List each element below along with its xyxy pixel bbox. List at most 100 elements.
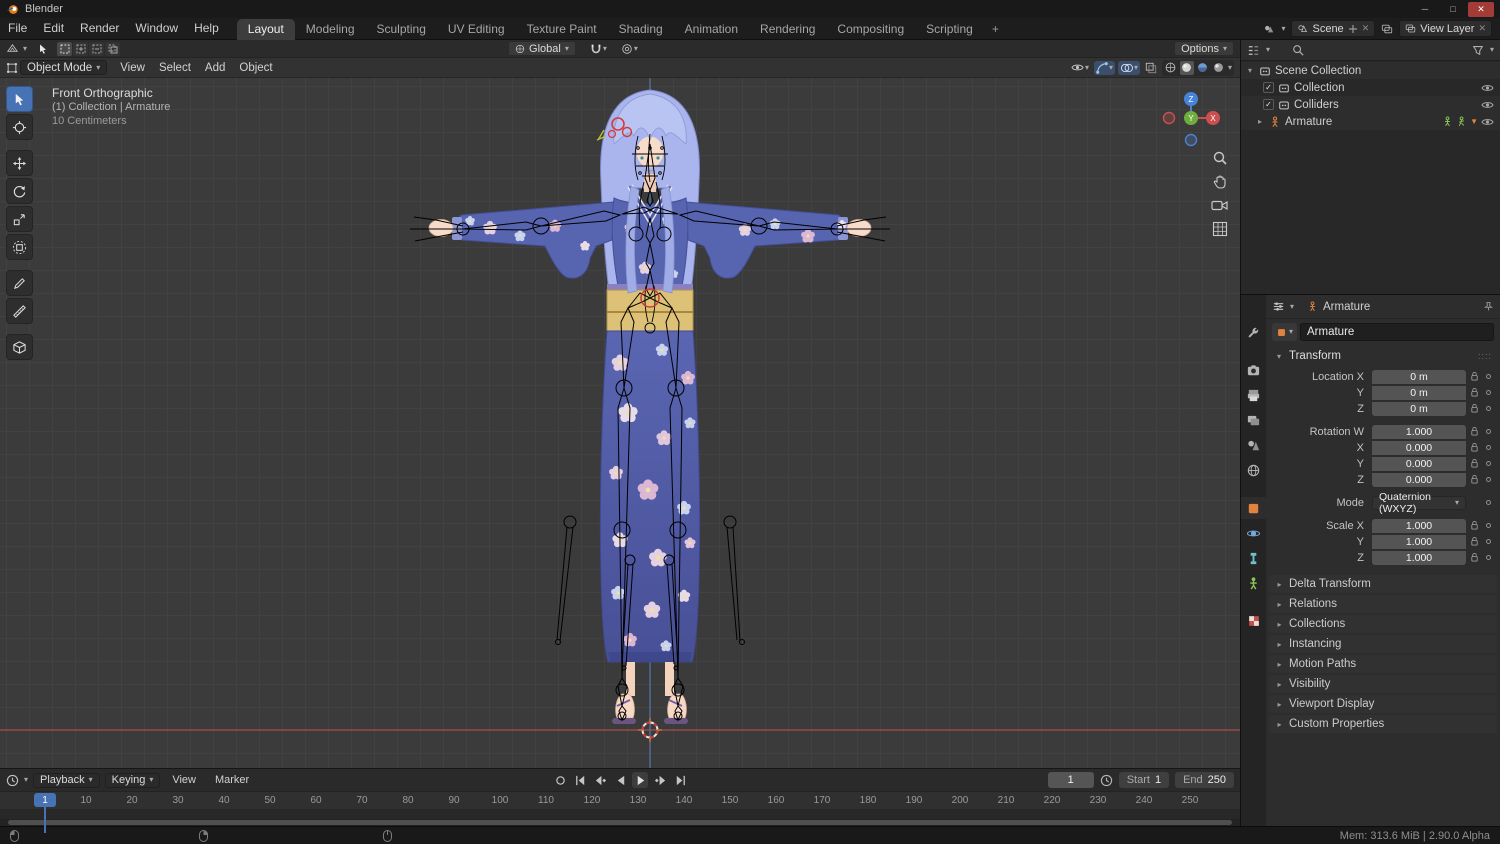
- tool-measure[interactable]: [6, 298, 33, 324]
- collection-checkbox[interactable]: ✓: [1263, 99, 1274, 110]
- frame-end-field[interactable]: End 250: [1175, 772, 1234, 788]
- properties-tab-constraints[interactable]: [1241, 547, 1266, 569]
- animate-dot[interactable]: [1482, 500, 1494, 505]
- timeline-scrollbar[interactable]: [0, 819, 1240, 826]
- properties-tab-scene[interactable]: [1241, 434, 1266, 456]
- current-frame-field[interactable]: 1: [1047, 772, 1094, 788]
- animate-dot[interactable]: [1482, 445, 1494, 450]
- collapsed-panel-header[interactable]: ▸ Motion Paths: [1269, 655, 1497, 673]
- animate-dot[interactable]: [1482, 461, 1494, 466]
- timeline-view-menu[interactable]: View: [165, 774, 203, 786]
- prev-keyframe-button[interactable]: [592, 772, 608, 788]
- show-hide-dropdown[interactable]: ▾: [1069, 61, 1091, 74]
- workspace-tab[interactable]: UV Editing: [437, 19, 516, 40]
- tool-rotate[interactable]: [6, 178, 33, 204]
- select-mode-extend[interactable]: [73, 41, 89, 56]
- workspace-tab[interactable]: Layout: [236, 18, 295, 40]
- disclosure-triangle-icon[interactable]: ▾: [1245, 66, 1255, 75]
- timeline-track-area[interactable]: [0, 809, 1240, 819]
- object-name-field[interactable]: Armature: [1300, 323, 1494, 341]
- properties-editor-type-icon[interactable]: [1272, 300, 1285, 313]
- workspace-tab[interactable]: Scripting: [915, 19, 984, 40]
- field-value[interactable]: 0.000: [1372, 472, 1466, 487]
- properties-tab-data[interactable]: [1241, 572, 1266, 594]
- field-value[interactable]: 0 m: [1372, 385, 1466, 400]
- frame-start-field[interactable]: Start 1: [1118, 772, 1170, 788]
- tool-cursor[interactable]: [6, 114, 33, 140]
- snap-toggle[interactable]: ▾: [588, 42, 609, 56]
- pan-hand-icon[interactable]: [1212, 174, 1228, 190]
- timeline-ruler[interactable]: 10 20 30 40 50 60 70 80 90 100 110 120 130 140 150 160 1…: [0, 791, 1240, 833]
- workspace-tab[interactable]: Texture Paint: [516, 19, 608, 40]
- viewport-menu-item[interactable]: Object: [232, 62, 279, 74]
- tool-select-box[interactable]: [6, 86, 33, 112]
- workspace-tab[interactable]: Shading: [608, 19, 674, 40]
- browse-view-layer-icon[interactable]: [1381, 23, 1393, 35]
- field-value[interactable]: 0 m: [1372, 401, 1466, 416]
- field-value[interactable]: 0.000: [1372, 440, 1466, 455]
- outliner-item-label[interactable]: Armature: [1285, 116, 1332, 128]
- select-mode-new[interactable]: [57, 41, 73, 56]
- next-keyframe-button[interactable]: [652, 772, 668, 788]
- browse-scene-icon[interactable]: [1263, 23, 1275, 35]
- animate-dot[interactable]: [1482, 477, 1494, 482]
- lock-icon[interactable]: [1466, 387, 1482, 398]
- pin-icon[interactable]: [1483, 301, 1494, 312]
- properties-tab-output[interactable]: [1241, 384, 1266, 406]
- lock-icon[interactable]: [1466, 536, 1482, 547]
- animate-dot[interactable]: [1482, 523, 1494, 528]
- keying-dropdown[interactable]: Keying ▾: [104, 772, 161, 788]
- collapsed-panel-header[interactable]: ▸ Collections: [1269, 615, 1497, 633]
- outliner-row-scene-collection[interactable]: ▾ Scene Collection: [1241, 62, 1500, 79]
- workspace-tab[interactable]: Animation: [674, 19, 749, 40]
- properties-tab-view-layer[interactable]: [1241, 409, 1266, 431]
- add-workspace-button[interactable]: +: [984, 22, 1007, 36]
- overlays-dropdown[interactable]: ▾: [1117, 60, 1140, 75]
- timeline-marker-menu[interactable]: Marker: [208, 774, 256, 786]
- viewport-menu-item[interactable]: View: [113, 62, 152, 74]
- animate-dot[interactable]: [1482, 429, 1494, 434]
- timeline-scrollbar-thumb[interactable]: [8, 820, 1232, 825]
- xray-toggle[interactable]: [1143, 61, 1159, 75]
- collapsed-panel-header[interactable]: ▸ Delta Transform: [1269, 575, 1497, 593]
- outliner-search-icon[interactable]: [1292, 44, 1304, 56]
- visibility-eye-icon[interactable]: [1481, 117, 1494, 127]
- transform-orientation-dropdown[interactable]: Global ▾: [508, 41, 576, 56]
- lock-icon[interactable]: [1466, 426, 1482, 437]
- playback-sync-clock-icon[interactable]: [1100, 774, 1113, 787]
- lock-icon[interactable]: [1466, 403, 1482, 414]
- constraint-badge-icon[interactable]: ▼: [1470, 117, 1478, 126]
- autokey-record-icon[interactable]: [552, 772, 568, 788]
- play-reverse-button[interactable]: [612, 772, 628, 788]
- editor-type-icon[interactable]: [6, 42, 19, 55]
- transform-panel-header[interactable]: ▾ Transform ::::: [1266, 345, 1500, 367]
- proportional-edit-toggle[interactable]: ▾: [619, 42, 640, 56]
- collapsed-panel-header[interactable]: ▸ Viewport Display: [1269, 695, 1497, 713]
- topbar-menu-item[interactable]: Render: [72, 18, 127, 39]
- topbar-menu-item[interactable]: Window: [127, 18, 186, 39]
- axis-gizmo[interactable]: Z X Y: [1160, 88, 1222, 152]
- collapsed-panel-header[interactable]: ▸ Relations: [1269, 595, 1497, 613]
- shading-wireframe-button[interactable]: [1164, 61, 1178, 75]
- close-button[interactable]: ✕: [1468, 1, 1494, 17]
- animate-dot[interactable]: [1482, 406, 1494, 411]
- camera-view-icon[interactable]: [1211, 198, 1228, 213]
- field-value[interactable]: 0 m: [1372, 369, 1466, 384]
- mode-dropdown[interactable]: Object Mode ▾: [20, 60, 108, 75]
- tool-transform[interactable]: [6, 234, 33, 260]
- jump-to-end-button[interactable]: [672, 772, 688, 788]
- gizmos-dropdown[interactable]: ▾: [1093, 60, 1115, 75]
- animate-dot[interactable]: [1482, 390, 1494, 395]
- armature-data-icon[interactable]: [1442, 116, 1453, 127]
- playback-dropdown[interactable]: Playback ▾: [33, 772, 100, 788]
- rotation-mode-dropdown[interactable]: Quaternion (WXYZ) ▾: [1372, 491, 1466, 515]
- object-id-dropdown[interactable]: ▾: [1272, 323, 1298, 341]
- workspace-tab[interactable]: Rendering: [749, 19, 826, 40]
- unlink-scene-icon[interactable]: ✕: [1362, 23, 1370, 34]
- workspace-tab[interactable]: Modeling: [295, 19, 366, 40]
- properties-tab-tool[interactable]: [1241, 321, 1266, 343]
- workspace-tab[interactable]: Sculpting: [366, 19, 437, 40]
- tool-move[interactable]: [6, 150, 33, 176]
- disclosure-triangle-icon[interactable]: ▸: [1255, 117, 1265, 126]
- collapsed-panel-header[interactable]: ▸ Custom Properties: [1269, 715, 1497, 733]
